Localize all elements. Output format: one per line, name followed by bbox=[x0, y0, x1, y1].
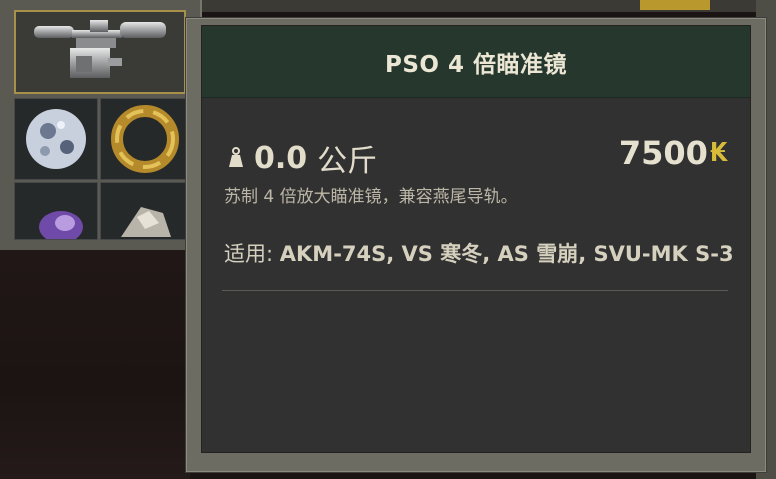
inventory-item-top-edge[interactable] bbox=[640, 0, 710, 10]
background-shadow bbox=[0, 250, 190, 479]
ring-item-slot[interactable] bbox=[100, 98, 186, 180]
silver-artifact-icon bbox=[121, 207, 171, 237]
item-tooltip: PSO 4 倍瞄准镜 0.0 公斤 7500 ₭ 苏制 4 倍放大瞄准镜，兼容燕… bbox=[186, 18, 766, 472]
item-description: 苏制 4 倍放大瞄准镜，兼容燕尾导轨。 bbox=[224, 187, 518, 207]
golden-ring-icon bbox=[111, 105, 179, 173]
scope-icon bbox=[34, 20, 166, 78]
price-value: 7500 bbox=[618, 134, 708, 172]
item-title: PSO 4 倍瞄准镜 bbox=[385, 51, 567, 78]
crystal-orb-icon bbox=[26, 109, 86, 169]
weight-value: 0.0 bbox=[254, 140, 308, 176]
compatibility-label: 适用: bbox=[224, 242, 280, 266]
purple-artifact-icon bbox=[39, 211, 83, 243]
weight-unit: 公斤 bbox=[317, 144, 378, 179]
inventory-grid bbox=[0, 0, 202, 253]
compatible-weapons: AKM-74S, VS 寒冬, AS 雪崩, SVU-MK S-3 bbox=[279, 242, 734, 266]
tooltip-body: PSO 4 倍瞄准镜 0.0 公斤 7500 ₭ 苏制 4 倍放大瞄准镜，兼容燕… bbox=[201, 25, 751, 453]
divider bbox=[222, 290, 728, 291]
tooltip-header: PSO 4 倍瞄准镜 bbox=[202, 26, 750, 98]
gem-item-slot[interactable] bbox=[14, 98, 98, 180]
purple-item-slot[interactable] bbox=[14, 182, 98, 243]
scope-item-slot[interactable] bbox=[14, 10, 186, 94]
weight-row: 0.0 公斤 bbox=[224, 136, 377, 180]
silver-item-slot[interactable] bbox=[100, 182, 186, 240]
ruble-coin-icon: ₭ bbox=[709, 138, 728, 168]
weight-icon bbox=[229, 147, 243, 167]
compatibility-row: 适用: AKM-74S, VS 寒冬, AS 雪崩, SVU-MK S-3 bbox=[224, 238, 744, 268]
price-row: 7500 ₭ bbox=[619, 134, 728, 172]
